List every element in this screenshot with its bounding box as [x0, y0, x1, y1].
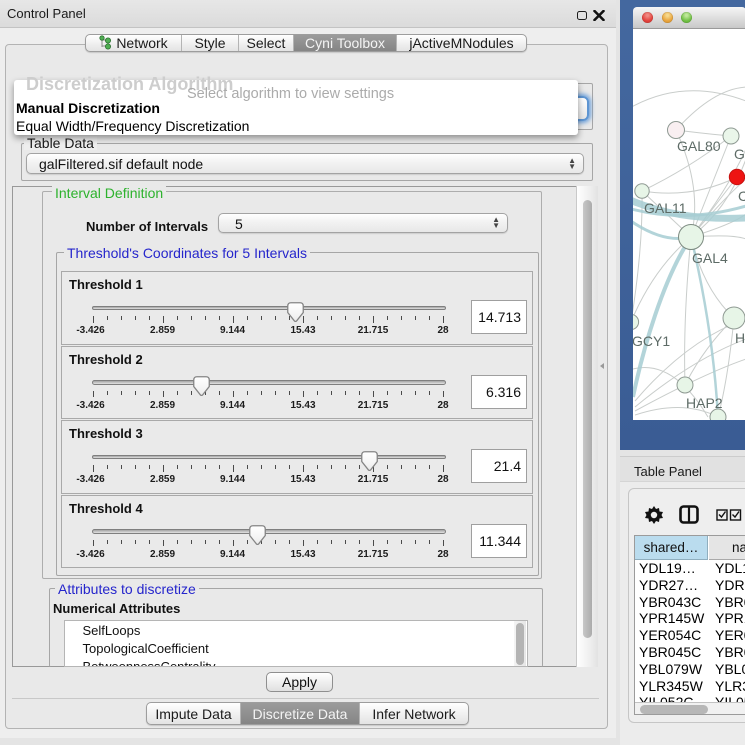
svg-text:GA: GA	[734, 146, 745, 162]
svg-text:GCY1: GCY1	[633, 333, 670, 349]
svg-text:HAP2: HAP2	[686, 395, 723, 411]
svg-text:C: C	[738, 188, 745, 204]
svg-text:GAL4: GAL4	[692, 250, 728, 266]
svg-text:GAL11: GAL11	[644, 200, 687, 216]
svg-text:GAL80: GAL80	[677, 138, 721, 154]
svg-text:H: H	[735, 330, 745, 346]
